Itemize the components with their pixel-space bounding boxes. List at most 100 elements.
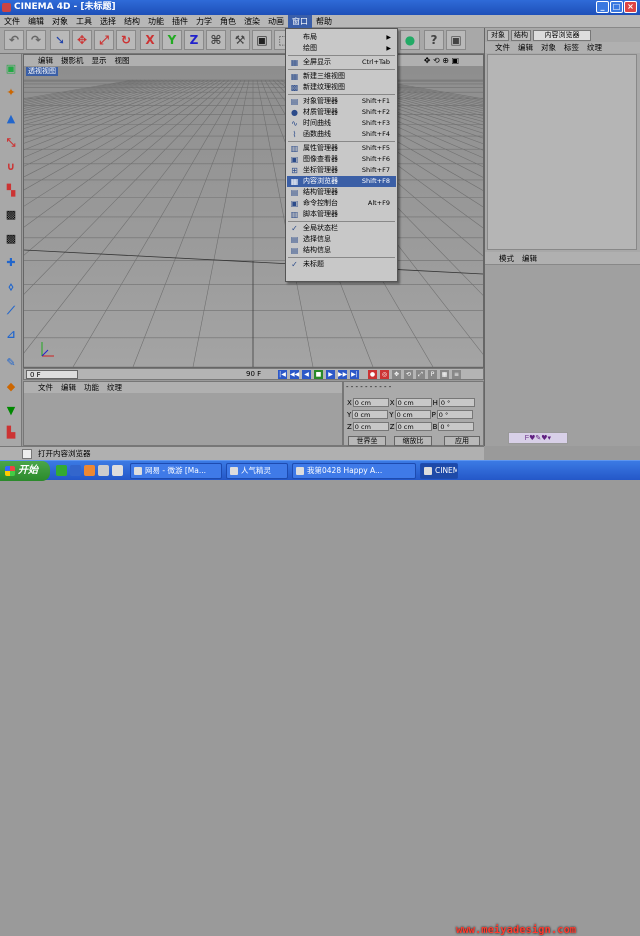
- minimize-button[interactable]: _: [596, 1, 609, 13]
- knife-icon[interactable]: ⬨: [2, 278, 20, 296]
- param-key-icon[interactable]: P: [428, 370, 437, 379]
- axis-icon[interactable]: ⟋: [2, 302, 20, 320]
- x-axis-icon[interactable]: X: [140, 30, 160, 50]
- scale-select[interactable]: 缩放比: [394, 436, 432, 446]
- start-button[interactable]: 开始: [0, 461, 50, 481]
- perspective-viewport[interactable]: 编辑 摄影机 显示 视图 透视视图 ✥ ⟲ ⊕ ▣: [23, 54, 484, 368]
- help-icon[interactable]: ?: [424, 30, 444, 50]
- object-menu-item[interactable]: 文件: [485, 42, 514, 53]
- coord-field[interactable]: 0 cm: [352, 398, 389, 407]
- object-menu-item[interactable]: 纹理: [583, 42, 606, 53]
- next-frame-icon[interactable]: ▶: [326, 370, 335, 379]
- window-menu-item[interactable]: ⊞ 坐标管理器 Shift+F7: [287, 165, 396, 176]
- viewport-menu-item[interactable]: 摄影机: [57, 55, 88, 66]
- quicklaunch-ie-icon[interactable]: [56, 465, 67, 476]
- window-menu-item[interactable]: ▤ 对象管理器 Shift+F1: [287, 96, 396, 107]
- points-mode-icon[interactable]: ▲: [2, 110, 20, 128]
- menu-5[interactable]: 结构: [120, 15, 144, 28]
- window-menu-item[interactable]: 绘图 ▶: [287, 43, 396, 54]
- viewport-nav-icons[interactable]: ✥ ⟲ ⊕ ▣: [424, 55, 459, 66]
- key-icon[interactable]: ✥: [392, 370, 401, 379]
- coord-field[interactable]: 0 °: [438, 422, 475, 431]
- quicklaunch-desktop-icon[interactable]: [70, 465, 81, 476]
- texture-axis-icon[interactable]: ✚: [2, 254, 20, 272]
- window-menu-item[interactable]: ▤ 结构管理器: [287, 187, 396, 198]
- window-menu-item[interactable]: ▩ 新建纹理视图: [287, 82, 396, 93]
- window-menu-item[interactable]: ∿ 时间曲线 Shift+F3: [287, 118, 396, 129]
- coord-field[interactable]: 0 cm: [395, 398, 432, 407]
- object-menu-item[interactable]: 对象: [537, 42, 560, 53]
- magnet-icon[interactable]: ∪: [2, 158, 20, 176]
- quicklaunch-folder-icon[interactable]: [112, 465, 123, 476]
- checker-icon[interactable]: ▩: [2, 206, 20, 224]
- pla-key-icon[interactable]: ▦: [440, 370, 449, 379]
- window-menu-item[interactable]: ▤ 结构信息: [287, 245, 396, 256]
- coord-field[interactable]: 0 °: [436, 410, 473, 419]
- polygon-mode-icon[interactable]: ✦: [2, 84, 20, 102]
- redo-icon[interactable]: ↷: [26, 30, 46, 50]
- window-menu-item[interactable]: ▦ 内容浏览器 Shift+F8: [287, 176, 396, 187]
- record-icon[interactable]: ●: [368, 370, 377, 379]
- z-axis-icon[interactable]: Z: [184, 30, 204, 50]
- maximize-button[interactable]: □: [610, 1, 623, 13]
- menu-1[interactable]: 编辑: [24, 15, 48, 28]
- menu-6[interactable]: 功能: [144, 15, 168, 28]
- object-list[interactable]: [487, 54, 637, 250]
- object-panel-tab[interactable]: 内容浏览器: [533, 30, 591, 41]
- window-menu-item[interactable]: 布局 ▶: [287, 32, 396, 43]
- polygons-icon[interactable]: ▚: [2, 182, 20, 200]
- menu-10[interactable]: 渲染: [240, 15, 264, 28]
- next-key-icon[interactable]: ▶▶: [338, 370, 347, 379]
- rotate-key-icon[interactable]: ⟲: [404, 370, 413, 379]
- goto-start-icon[interactable]: |◀: [278, 370, 287, 379]
- window-menu-item[interactable]: ✓ 未标题: [287, 259, 396, 270]
- move-icon[interactable]: ✥: [72, 30, 92, 50]
- attribute-menu-item[interactable]: 编辑: [518, 252, 541, 265]
- render-settings-icon[interactable]: ▣: [446, 30, 466, 50]
- scale-icon[interactable]: ⤢: [94, 30, 114, 50]
- quicklaunch-app-icon[interactable]: [84, 465, 95, 476]
- menu-13[interactable]: 帮助: [312, 15, 336, 28]
- material-menu-item[interactable]: 功能: [80, 382, 103, 393]
- autokey-icon[interactable]: ◎: [380, 370, 389, 379]
- menu-11[interactable]: 动画: [264, 15, 288, 28]
- menu-9[interactable]: 角色: [216, 15, 240, 28]
- taskbar-task[interactable]: 人气精灵: [226, 463, 288, 479]
- menu-2[interactable]: 对象: [48, 15, 72, 28]
- material-menu-item[interactable]: 文件: [24, 382, 57, 393]
- coord-field[interactable]: 0 cm: [352, 422, 389, 431]
- render-icon[interactable]: ●: [400, 30, 420, 50]
- paint-icon[interactable]: ✎: [2, 354, 20, 372]
- world-coord-select[interactable]: 世界坐: [348, 436, 386, 446]
- window-menu-item[interactable]: ▣ 图像查看器 Shift+F6: [287, 154, 396, 165]
- object-panel-tab[interactable]: 对象: [487, 30, 509, 41]
- quicklaunch-media-icon[interactable]: [98, 465, 109, 476]
- goto-end-icon[interactable]: ▶|: [350, 370, 359, 379]
- window-menu-item[interactable]: ● 材质管理器 Shift+F2: [287, 107, 396, 118]
- close-button[interactable]: ×: [624, 1, 637, 13]
- coord-field[interactable]: 0 °: [438, 398, 475, 407]
- workplane-icon[interactable]: ⊿: [2, 326, 20, 344]
- coord-field[interactable]: 0 cm: [352, 410, 389, 419]
- object-menu-item[interactable]: 标签: [560, 42, 583, 53]
- timeline-menu-icon[interactable]: ≡: [452, 370, 461, 379]
- window-menu-item[interactable]: ✓ 全局状态栏: [287, 223, 396, 234]
- window-menu-item[interactable]: ▦ 新建三维视图: [287, 71, 396, 82]
- window-menu-item[interactable]: ▥ 属性管理器 Shift+F5: [287, 143, 396, 154]
- menu-12[interactable]: 窗口: [288, 15, 312, 28]
- apply-button[interactable]: 应用: [444, 436, 480, 446]
- window-menu-item[interactable]: ▥ 脚本管理器: [287, 209, 396, 220]
- menu-0[interactable]: 文件: [0, 15, 24, 28]
- taskbar-task[interactable]: 我第0428 Happy A...: [292, 463, 416, 479]
- viewport-menu-item[interactable]: 编辑: [24, 55, 57, 66]
- prev-frame-icon[interactable]: ◀: [302, 370, 311, 379]
- checker2-icon[interactable]: ▩: [2, 230, 20, 248]
- taskbar-task[interactable]: CINEMA 4D - ...: [420, 463, 458, 479]
- object-panel-tab[interactable]: 结构: [511, 30, 531, 41]
- viewport-menu-item[interactable]: 视图: [111, 55, 134, 66]
- frame-field[interactable]: 0 F: [26, 370, 78, 379]
- viewport-menu-item[interactable]: 显示: [88, 55, 111, 66]
- y-axis-icon[interactable]: Y: [162, 30, 182, 50]
- object-mode-icon[interactable]: ▣: [252, 30, 272, 50]
- window-menu-item[interactable]: ▤ 选择信息: [287, 234, 396, 245]
